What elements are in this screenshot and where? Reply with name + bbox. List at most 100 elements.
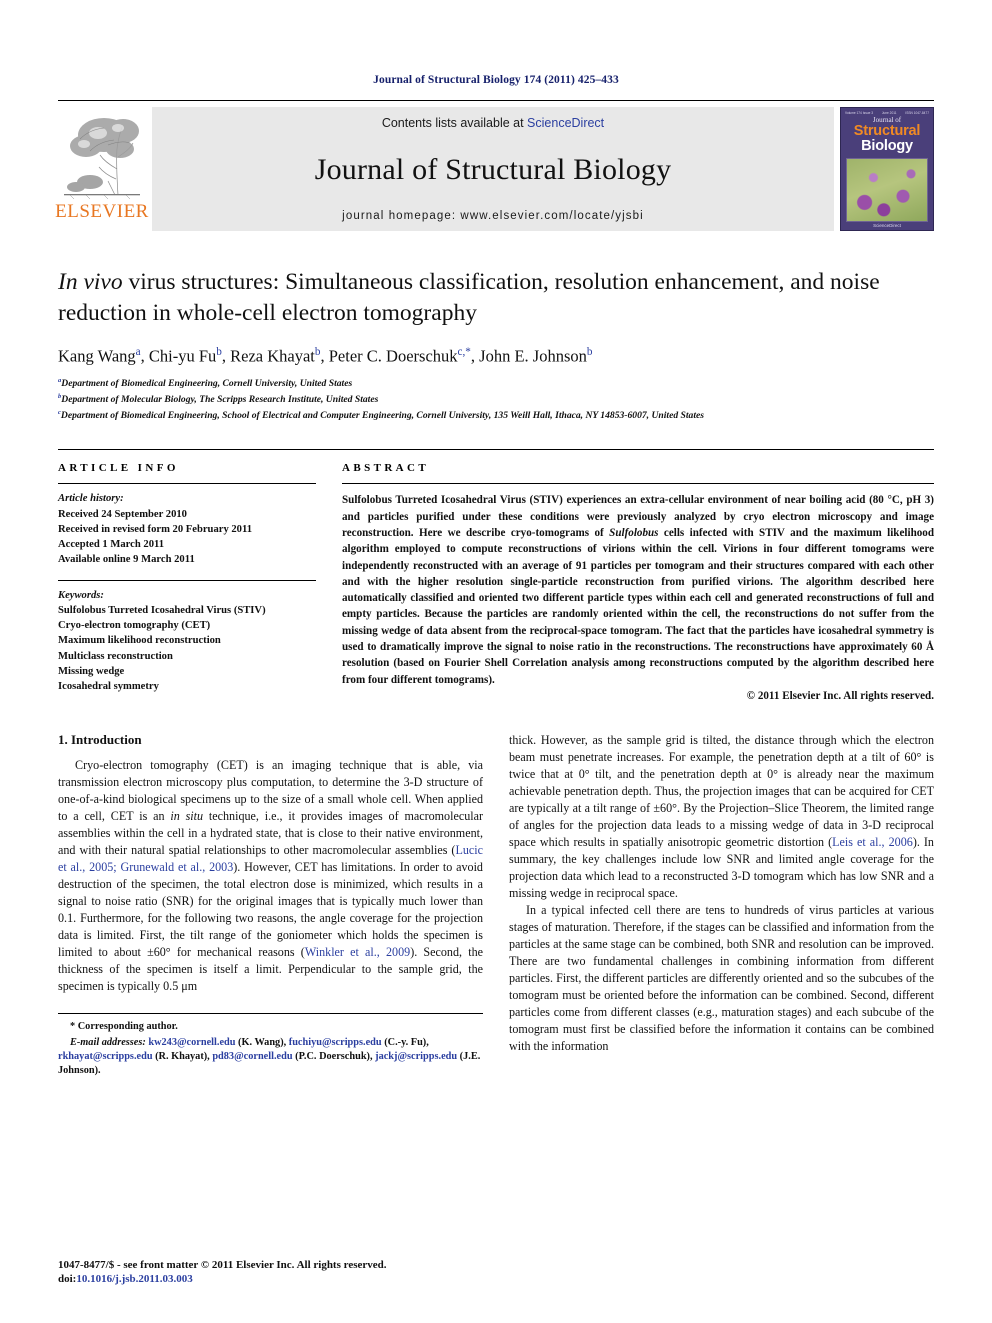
email-link[interactable]: kw243@cornell.edu: [148, 1037, 235, 1048]
cover-date: June 2011: [881, 111, 897, 115]
para-italic-insitu: in situ: [170, 808, 204, 823]
author-sep: ,: [221, 346, 231, 366]
abstract-copyright: © 2011 Elsevier Inc. All rights reserved…: [746, 689, 934, 702]
citation-link[interactable]: Leis et al., 2006: [832, 835, 913, 849]
elsevier-tree-icon: [60, 109, 144, 201]
journal-banner: Contents lists available at ScienceDirec…: [152, 107, 834, 231]
info-abstract-band: ARTICLE INFO Article history: Received 2…: [58, 449, 934, 702]
cover-top-metadata: Volume 174 Issue 3 June 2011 ISSN 1047-8…: [841, 108, 933, 115]
author-name[interactable]: John E. Johnson: [479, 346, 587, 365]
abstract-part-2: cells infected with STIV and the maximum…: [342, 526, 934, 686]
corresponding-author-footnote: * Corresponding author. E-mail addresses…: [58, 1012, 483, 1079]
body-right-column: thick. However, as the sample grid is ti…: [509, 732, 934, 1079]
journal-masthead: ELSEVIER Contents lists available at Sci…: [55, 100, 934, 231]
author-list: Kang Wanga, Chi-yu Fub, Reza Khayatb, Pe…: [58, 346, 934, 367]
body-columns: 1. Introduction Cryo-electron tomography…: [58, 732, 934, 1079]
article-info-heading: ARTICLE INFO: [58, 462, 179, 475]
abstract-column: ABSTRACT Sulfolobus Turreted Icosahedral…: [342, 462, 934, 702]
affiliation-item: bDepartment of Molecular Biology, The Sc…: [58, 392, 934, 408]
email-link[interactable]: fuchiyu@scripps.edu: [289, 1037, 382, 1048]
footnote-corresponding-line: * Corresponding author.: [58, 1020, 483, 1034]
sciencedirect-link[interactable]: ScienceDirect: [527, 116, 604, 130]
email-owner: (R. Khayat),: [152, 1051, 213, 1063]
section-heading-introduction: 1. Introduction: [58, 731, 142, 747]
email-owner: (K. Wang),: [235, 1036, 289, 1048]
email-link[interactable]: pd83@cornell.edu: [212, 1051, 292, 1062]
running-head: Journal of Structural Biology 174 (2011)…: [373, 74, 619, 86]
affiliation-item: cDepartment of Biomedical Engineering, S…: [58, 408, 934, 424]
cover-publisher-mark: ScienceDirect: [873, 223, 901, 228]
footnote-star: *: [70, 1020, 76, 1032]
email-link[interactable]: jackj@scripps.edu: [375, 1051, 457, 1062]
contents-list-line: Contents lists available at ScienceDirec…: [382, 116, 604, 130]
history-item: Received in revised form 20 February 201…: [58, 523, 252, 535]
paragraph: In a typical infected cell there are ten…: [509, 902, 934, 1053]
para-text: thick. However, as the sample grid is ti…: [509, 732, 934, 849]
affiliation-text: Department of Biomedical Engineering, Sc…: [60, 409, 704, 421]
abstract-text: Sulfolobus Turreted Icosahedral Virus (S…: [342, 492, 934, 688]
title-line1-rest: virus structures: Simultaneous classific…: [122, 269, 785, 295]
abstract-rule: [342, 483, 934, 485]
affiliation-list: aDepartment of Biomedical Engineering, C…: [58, 376, 934, 423]
author-sep: ,: [140, 346, 149, 366]
elsevier-logo: ELSEVIER: [55, 107, 149, 231]
affiliation-text: Department of Molecular Biology, The Scr…: [61, 394, 379, 406]
history-item: Received 24 September 2010: [58, 508, 187, 520]
author-sep: ,: [470, 346, 480, 366]
front-matter-line: 1047-8477/$ - see front matter © 2011 El…: [58, 1258, 387, 1271]
cover-title-structural: Structural: [853, 123, 921, 139]
abstract-heading: ABSTRACT: [342, 462, 430, 475]
article-first-page: Journal of Structural Biology 174 (2011)…: [0, 0, 992, 1323]
email-owner: (C.-y. Fu),: [381, 1036, 429, 1048]
journal-title: Journal of Structural Biology: [314, 153, 672, 186]
keyword-item: Multiclass reconstruction: [58, 650, 173, 662]
author-affil-marker: b: [586, 345, 593, 358]
keyword-item: Sulfolobus Turreted Icosahedral Virus (S…: [58, 604, 266, 616]
email-owner: (P.C. Doerschuk),: [292, 1051, 376, 1063]
title-italic-invivo: In vivo: [58, 269, 123, 295]
footnote-email-line: E-mail addresses: kw243@cornell.edu (K. …: [58, 1036, 483, 1079]
issn-doi-block: 1047-8477/$ - see front matter © 2011 El…: [58, 1258, 478, 1287]
email-link[interactable]: rkhayat@scripps.edu: [58, 1051, 153, 1062]
journal-homepage-link[interactable]: journal homepage: www.elsevier.com/locat…: [342, 210, 644, 222]
citation-link[interactable]: Winkler et al., 2009: [305, 945, 410, 959]
body-left-column: 1. Introduction Cryo-electron tomography…: [58, 732, 483, 1079]
doi-link[interactable]: 10.1016/j.jsb.2011.03.003: [76, 1273, 192, 1285]
cover-volume: Volume 174 Issue 3: [845, 111, 873, 115]
corresponding-author-marker[interactable]: c,*: [458, 346, 471, 358]
paragraph: Cryo-electron tomography (CET) is an ima…: [58, 757, 483, 995]
contents-prefix: Contents lists available at: [381, 116, 528, 130]
keyword-item: Icosahedral symmetry: [58, 681, 159, 693]
article-info-rule: [58, 483, 316, 485]
cover-title-biology: Biology: [861, 138, 913, 155]
author-name[interactable]: Chi-yu Fu: [149, 346, 216, 365]
cover-issn: ISSN 1047-8477: [905, 111, 929, 115]
article-history-group: Article history: Received 24 September 2…: [58, 491, 316, 567]
email-addresses-label: E-mail addresses:: [70, 1036, 146, 1048]
keyword-item: Maximum likelihood reconstruction: [58, 635, 221, 647]
keywords-label: Keywords:: [58, 589, 104, 601]
history-item: Accepted 1 March 2011: [58, 539, 165, 551]
cover-artwork: [846, 158, 928, 223]
journal-cover-thumbnail: Volume 174 Issue 3 June 2011 ISSN 1047-8…: [840, 107, 934, 231]
doi-line: doi:10.1016/j.jsb.2011.03.003: [58, 1272, 478, 1287]
author-name[interactable]: Peter C. Doerschuk: [329, 346, 458, 365]
keywords-group: Keywords: Sulfolobus Turreted Icosahedra…: [58, 588, 316, 695]
author-name[interactable]: Kang Wang: [58, 346, 136, 365]
article-history-label: Article history:: [58, 493, 124, 505]
title-block: In vivo virus structures: Simultaneous c…: [58, 267, 934, 423]
affiliation-item: aDepartment of Biomedical Engineering, C…: [58, 376, 934, 392]
keyword-item: Cryo-electron tomography (CET): [58, 620, 211, 632]
elsevier-wordmark: ELSEVIER: [55, 201, 149, 222]
doi-label: doi:: [58, 1273, 77, 1286]
author-sep: ,: [320, 346, 329, 366]
footnote-corresponding-text: Corresponding author.: [77, 1020, 178, 1032]
article-info-divider: [58, 579, 316, 581]
paragraph: thick. However, as the sample grid is ti…: [509, 732, 934, 902]
affiliation-text: Department of Biomedical Engineering, Co…: [61, 378, 353, 390]
keyword-item: Missing wedge: [58, 665, 125, 677]
history-item: Available online 9 March 2011: [58, 554, 195, 566]
author-name[interactable]: Reza Khayat: [230, 346, 315, 365]
abstract-italic-sulfolobus: Sulfolobus: [609, 526, 659, 539]
page-title: In vivo virus structures: Simultaneous c…: [58, 267, 934, 329]
